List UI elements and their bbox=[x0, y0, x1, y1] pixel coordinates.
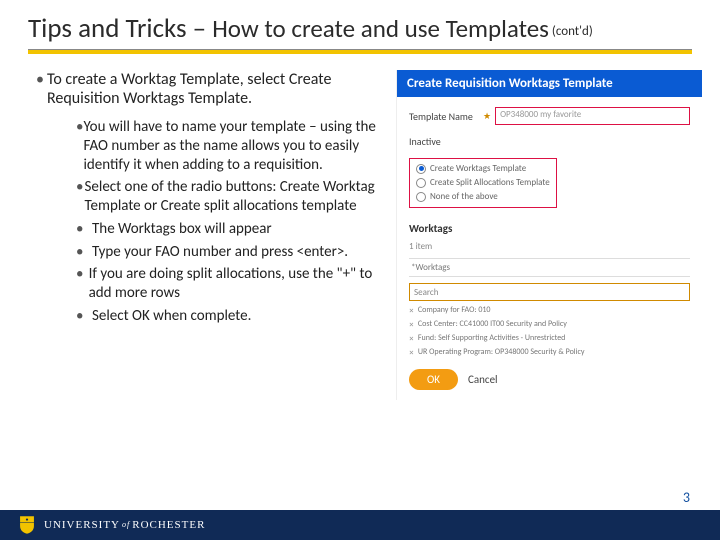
sub-bullet: •The Worktags box will appear bbox=[76, 220, 386, 239]
search-placeholder: Search bbox=[414, 287, 438, 298]
worktags-search-input[interactable]: Search bbox=[409, 283, 690, 301]
panel-header: Create Requisition Worktags Template bbox=[397, 70, 702, 97]
worktag-line: ×Company for FAO: 010 bbox=[409, 303, 690, 317]
remove-icon[interactable]: × bbox=[409, 334, 414, 343]
sub-bullet: •If you are doing split allocations, use… bbox=[76, 265, 386, 303]
logo-university: UNIVERSITY bbox=[44, 519, 120, 531]
worktag-line: ×Fund: Self Supporting Activities - Unre… bbox=[409, 331, 690, 345]
worktags-column-head: *Worktags bbox=[409, 258, 690, 277]
cancel-button[interactable]: Cancel bbox=[468, 373, 498, 386]
worktags-section-label: Worktags bbox=[409, 222, 690, 235]
worktag-line: ×UR Operating Program: OP348000 Security… bbox=[409, 345, 690, 359]
form-screenshot: Create Requisition Worktags Template Tem… bbox=[396, 70, 702, 400]
template-name-row: Template Name ★ OP348000 my favorite bbox=[409, 107, 690, 125]
radio-none[interactable]: None of the above bbox=[416, 191, 550, 202]
remove-icon[interactable]: × bbox=[409, 320, 414, 329]
sub-bullet: •Select OK when complete. bbox=[76, 307, 386, 326]
title-cont: (cont'd) bbox=[549, 24, 593, 39]
university-logo: UNIVERSITYofROCHESTER bbox=[18, 515, 205, 535]
main-bullet-text: To create a Worktag Template, select Cre… bbox=[47, 70, 386, 108]
footer-bar: UNIVERSITYofROCHESTER bbox=[0, 510, 720, 540]
title-part1: Tips and Tricks bbox=[28, 12, 187, 45]
inactive-label: Inactive bbox=[409, 135, 479, 148]
ok-button[interactable]: OK bbox=[409, 369, 458, 390]
radio-create-worktags[interactable]: Create Worktags Template bbox=[416, 163, 550, 174]
gold-underline bbox=[28, 50, 692, 54]
radio-dot-icon bbox=[416, 178, 426, 188]
title-part2: How to create and use Templates bbox=[212, 13, 549, 44]
inactive-row: Inactive bbox=[409, 135, 690, 148]
items-count: 1 item bbox=[409, 241, 690, 252]
radio-create-split[interactable]: Create Split Allocations Template bbox=[416, 177, 550, 188]
template-name-label: Template Name bbox=[409, 110, 479, 123]
worktag-line: ×Cost Center: CC41000 IT00 Security and … bbox=[409, 317, 690, 331]
main-bullet: • To create a Worktag Template, select C… bbox=[36, 70, 386, 108]
radio-dot-icon bbox=[416, 192, 426, 202]
logo-of: of bbox=[122, 520, 130, 529]
template-name-input[interactable]: OP348000 my favorite bbox=[495, 107, 690, 125]
page-number: 3 bbox=[683, 489, 690, 506]
shield-icon bbox=[18, 515, 36, 535]
logo-rochester: ROCHESTER bbox=[132, 519, 205, 531]
title-sep: – bbox=[187, 12, 213, 45]
remove-icon[interactable]: × bbox=[409, 306, 414, 315]
slide-title-block: Tips and Tricks – How to create and use … bbox=[0, 0, 720, 50]
radio-dot-icon bbox=[416, 164, 426, 174]
required-star: ★ bbox=[483, 111, 491, 122]
sub-bullet: •Select one of the radio buttons: Create… bbox=[76, 178, 386, 216]
radio-group: Create Worktags Template Create Split Al… bbox=[409, 158, 557, 208]
sub-bullet: •Type your FAO number and press <enter>. bbox=[76, 243, 386, 262]
remove-icon[interactable]: × bbox=[409, 348, 414, 357]
sub-bullet: •You will have to name your template – u… bbox=[76, 118, 386, 174]
